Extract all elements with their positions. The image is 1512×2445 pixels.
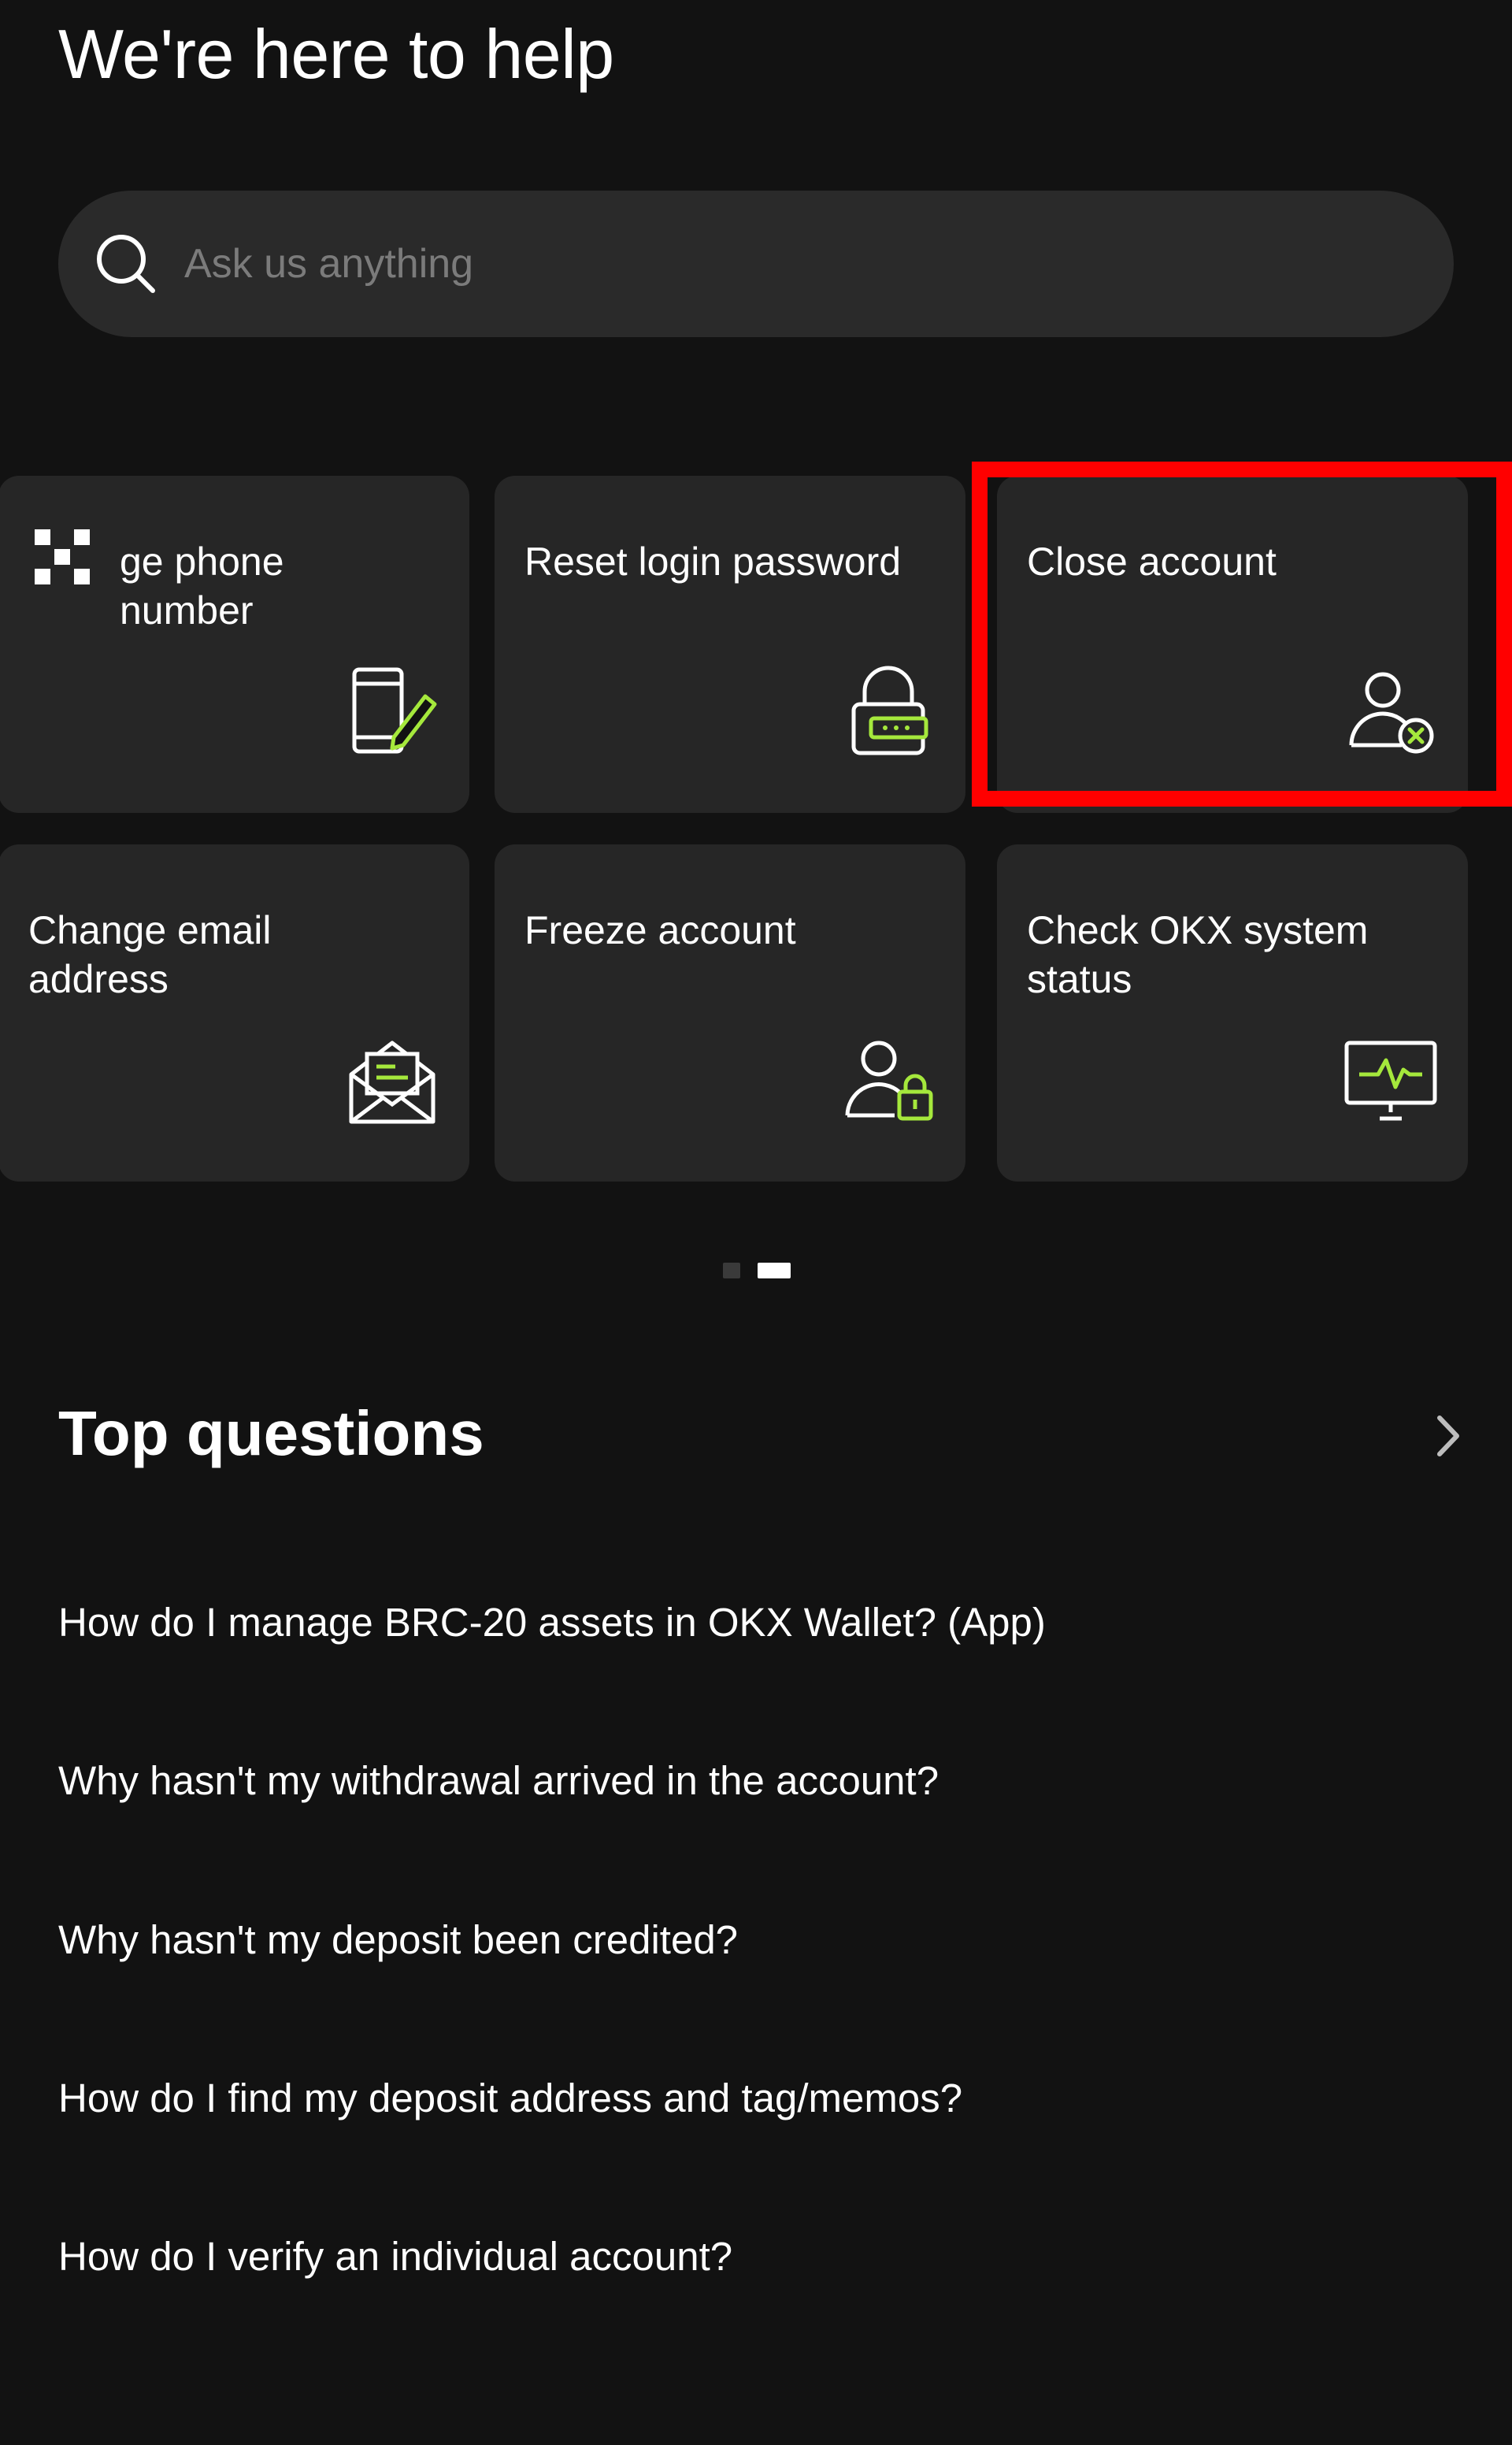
padlock-icon — [851, 666, 928, 755]
user-lock-icon — [845, 1041, 933, 1121]
search-icon — [93, 231, 159, 297]
page-title: We're here to help — [58, 15, 614, 93]
question-item[interactable]: How do I find my deposit address and tag… — [58, 2075, 962, 2121]
search-bar[interactable] — [58, 191, 1454, 337]
quick-action-label: Check OKX system status — [1027, 908, 1369, 1001]
quick-action-label: ge phone number — [120, 540, 284, 633]
search-input[interactable] — [183, 239, 1367, 288]
quick-action-close-account[interactable]: Close account — [997, 476, 1468, 813]
quick-action-label: Close account — [1027, 540, 1277, 584]
quick-action-label: Reset login password — [524, 540, 902, 584]
quick-action-check-system-status[interactable]: Check OKX system status — [997, 844, 1468, 1182]
quick-action-change-phone-number[interactable]: ge phone number — [0, 476, 469, 813]
quick-action-label: Change email address — [28, 908, 272, 1001]
question-item[interactable]: How do I manage BRC-20 assets in OKX Wal… — [58, 1599, 1046, 1645]
section-title-top-questions: Top questions — [58, 1398, 484, 1468]
phone-edit-icon — [352, 667, 437, 754]
quick-action-label: Freeze account — [524, 908, 796, 952]
monitor-pulse-icon — [1344, 1041, 1437, 1121]
email-envelope-icon — [349, 1041, 435, 1124]
pagination-dot-active[interactable] — [758, 1263, 791, 1278]
user-remove-icon — [1349, 672, 1434, 754]
question-item[interactable]: Why hasn't my withdrawal arrived in the … — [58, 1757, 939, 1804]
quick-action-reset-login-password[interactable]: Reset login password — [495, 476, 965, 813]
question-item[interactable]: How do I verify an individual account? — [58, 2233, 732, 2280]
chevron-right-icon[interactable] — [1429, 1408, 1468, 1464]
okx-logo-icon — [35, 529, 90, 584]
quick-action-freeze-account[interactable]: Freeze account — [495, 844, 965, 1182]
quick-action-change-email-address[interactable]: Change email address — [0, 844, 469, 1182]
pagination-dots — [723, 1263, 791, 1278]
question-item[interactable]: Why hasn't my deposit been credited? — [58, 1916, 738, 1963]
pagination-dot[interactable] — [723, 1263, 740, 1278]
